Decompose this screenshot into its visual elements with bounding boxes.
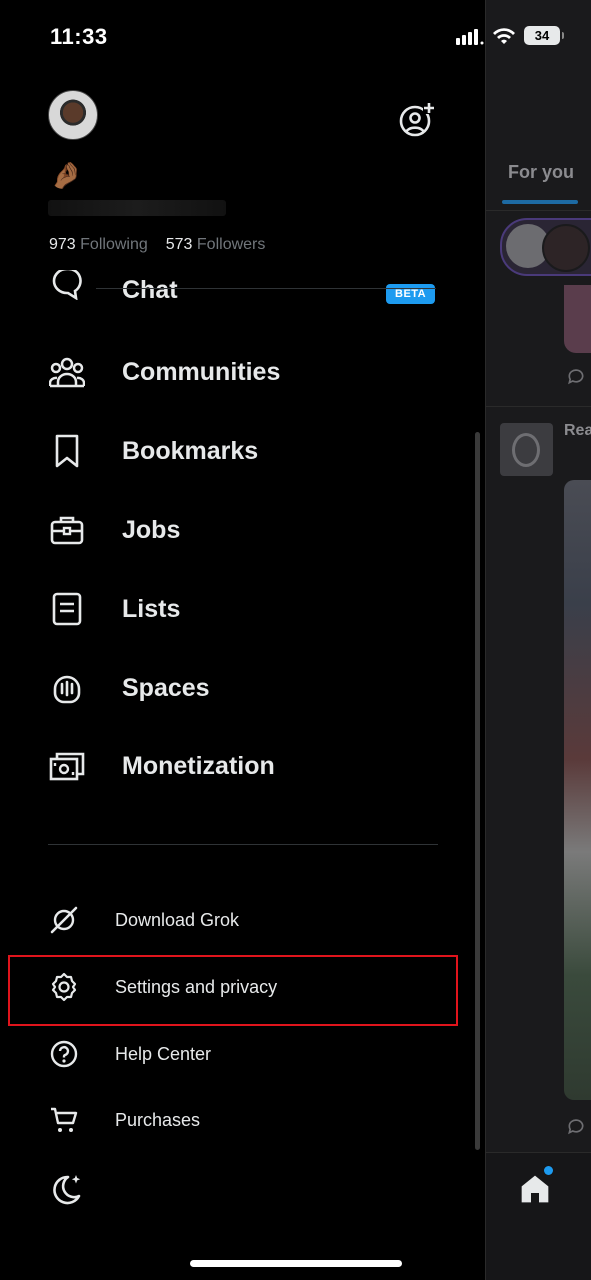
reply-icon — [568, 369, 584, 385]
home-indicator[interactable] — [190, 1260, 402, 1267]
briefcase-icon — [48, 511, 86, 549]
post-media — [564, 285, 591, 353]
spaces-bar[interactable] — [500, 218, 591, 276]
menu-item-purchases[interactable]: Purchases — [48, 1098, 448, 1142]
lists-icon — [48, 590, 86, 628]
signal-icon — [456, 28, 484, 45]
menu-item-spaces[interactable]: Spaces — [48, 663, 448, 713]
moon-icon[interactable] — [48, 1172, 84, 1208]
side-drawer: 11:33 34 🤌🏾 973 Following 573 Followers — [0, 0, 564, 1280]
post-image[interactable] — [564, 480, 591, 1100]
post-author[interactable]: Rea — [564, 422, 591, 440]
menu-item-bookmarks[interactable]: Bookmarks — [48, 426, 448, 476]
bookmark-icon — [48, 432, 86, 470]
followers-label: Followers — [196, 236, 266, 253]
menu-item-chat[interactable]: Chat BETA — [48, 270, 448, 310]
menu-label-purchases: Purchases — [115, 1109, 201, 1130]
menu-label-spaces: Spaces — [122, 673, 210, 702]
battery-indicator: 34 — [524, 26, 564, 45]
redacted-handle — [48, 200, 226, 216]
divider — [486, 210, 591, 211]
menu-label-download-grok: Download Grok — [115, 909, 240, 930]
grok-icon — [48, 904, 80, 936]
menu-item-monetization[interactable]: Monetization — [48, 741, 448, 791]
highlight-box — [8, 955, 458, 1026]
notification-dot — [544, 1166, 553, 1175]
followers-count: 573 — [165, 236, 193, 253]
divider — [96, 288, 436, 289]
menu-label-bookmarks: Bookmarks — [122, 436, 259, 465]
menu-label-monetization: Monetization — [122, 751, 275, 780]
beta-badge: BETA — [386, 284, 436, 304]
club-logo-avatar[interactable] — [500, 423, 553, 476]
chat-icon — [48, 270, 86, 302]
home-icon[interactable] — [519, 1172, 551, 1206]
follow-stats: 973 Following 573 Followers — [49, 236, 265, 254]
reply-icon — [568, 1119, 584, 1135]
following-link[interactable]: 973 Following — [49, 236, 148, 253]
menu-item-lists[interactable]: Lists — [48, 584, 448, 634]
followers-link[interactable]: 573 Followers — [166, 236, 266, 253]
profile-emoji: 🤌🏾 — [50, 160, 83, 190]
avatar[interactable] — [48, 90, 98, 140]
cart-icon — [48, 1104, 80, 1136]
menu-label-jobs: Jobs — [122, 515, 181, 544]
wifi-icon — [493, 27, 515, 44]
following-count: 973 — [49, 236, 76, 253]
spaces-icon — [48, 669, 86, 707]
menu-item-download-grok[interactable]: Download Grok — [48, 898, 448, 942]
battery-level: 34 — [534, 28, 550, 43]
tab-for-you[interactable]: For you — [508, 162, 574, 183]
menu-item-communities[interactable]: Communities — [48, 347, 448, 397]
divider — [486, 406, 591, 407]
communities-icon — [48, 353, 86, 391]
divider — [48, 844, 438, 845]
menu-label-chat: Chat — [122, 276, 178, 304]
help-icon — [48, 1038, 80, 1070]
menu-label-communities: Communities — [122, 357, 281, 386]
monetization-icon — [48, 747, 86, 785]
tab-indicator — [502, 200, 578, 204]
add-account-icon[interactable] — [398, 100, 436, 138]
status-icons: 34 — [456, 26, 566, 45]
menu-item-help-center[interactable]: Help Center — [48, 1032, 448, 1076]
menu-label-help-center: Help Center — [115, 1043, 212, 1064]
menu-label-lists: Lists — [122, 594, 181, 623]
following-label: Following — [80, 236, 148, 253]
dimmed-timeline[interactable]: For you Rea — [485, 0, 591, 1280]
space-avatar — [542, 224, 590, 272]
menu-item-jobs[interactable]: Jobs — [48, 505, 448, 555]
scrollbar[interactable] — [475, 432, 480, 1150]
status-time: 11:33 — [50, 24, 108, 49]
